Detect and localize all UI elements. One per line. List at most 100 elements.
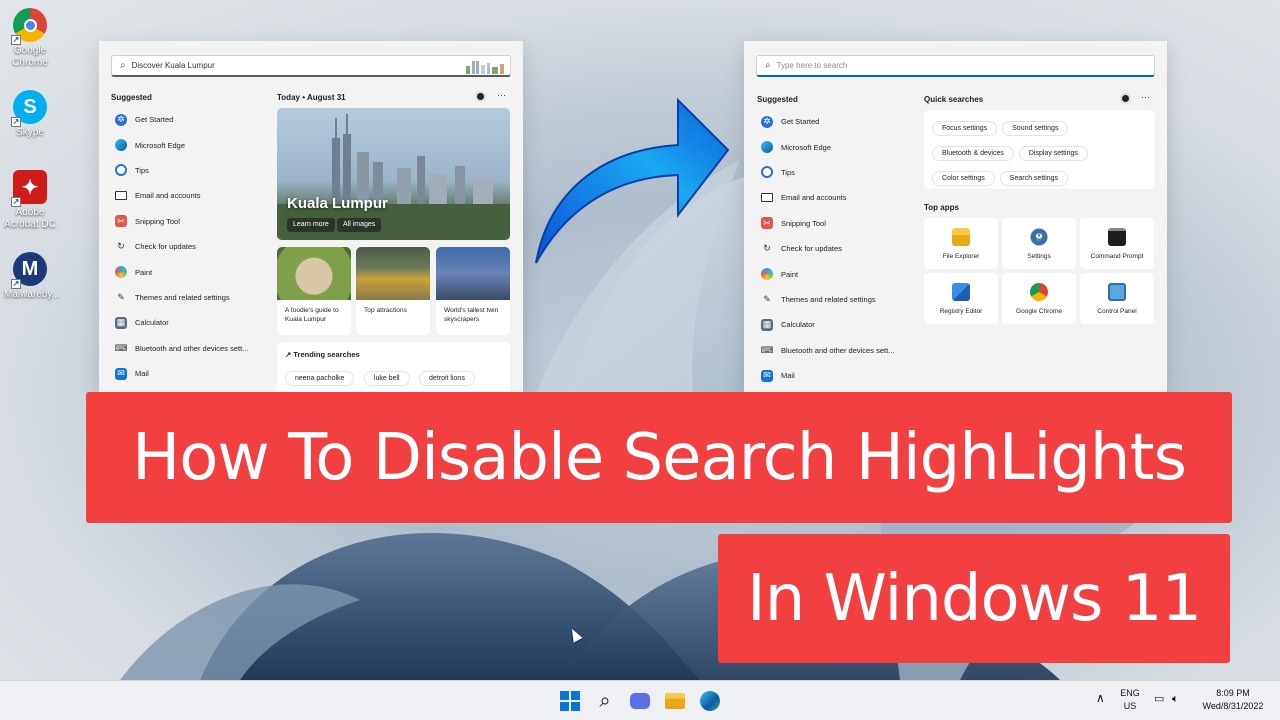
desktop-icon-label: Malwareby... bbox=[4, 289, 60, 300]
taskbar-chat-button[interactable] bbox=[628, 689, 652, 713]
clock[interactable]: 8:09 PM Wed/8/31/2022 bbox=[1196, 687, 1270, 713]
brush-icon: ✎ bbox=[763, 293, 771, 304]
get-started-icon: ✲ bbox=[761, 115, 773, 128]
search-icon: ⌕ bbox=[120, 60, 126, 71]
suggested-item-updates[interactable]: ↻ Check for updates bbox=[761, 236, 911, 261]
skype-icon: S ↗ bbox=[11, 90, 47, 127]
search-input[interactable]: ⌕ Discover Kuala Lumpur bbox=[111, 55, 511, 77]
refresh-icon: ↻ bbox=[117, 241, 125, 252]
taskbar: ⌕ ∧ ENG US ▭ 🔈︎ 8:09 PM Wed/8/31/2022 bbox=[0, 680, 1280, 720]
highlight-card-attractions[interactable]: Top attractions bbox=[356, 247, 430, 335]
taskbar-edge-button[interactable] bbox=[698, 689, 722, 713]
subtitle-banner: In Windows 11 bbox=[718, 534, 1230, 663]
app-tile-settings[interactable]: ⚙ Settings bbox=[1002, 218, 1076, 269]
desktop-icon-label: Adobe Acrobat DC bbox=[4, 207, 56, 230]
hero-title: Kuala Lumpur bbox=[287, 195, 388, 212]
desktop-icon-malwarebytes[interactable]: M ↗ Malwareby... bbox=[4, 252, 60, 301]
suggested-item-email[interactable]: Email and accounts bbox=[761, 185, 911, 210]
suggested-item-tips[interactable]: Tips bbox=[761, 160, 911, 185]
desktop-icon-chrome[interactable]: ↗ Google Chrome bbox=[4, 8, 56, 69]
quick-search-chip[interactable]: Display settings bbox=[1018, 146, 1088, 161]
statue-image bbox=[356, 247, 430, 300]
refresh-icon: ↻ bbox=[763, 243, 771, 254]
suggested-item-mail[interactable]: ✉ Mail bbox=[115, 361, 265, 386]
quick-search-chip[interactable]: Sound settings bbox=[1002, 121, 1069, 136]
search-icon: ⌕ bbox=[599, 689, 611, 712]
suggested-item-snipping[interactable]: ✂ Snipping Tool bbox=[761, 211, 911, 236]
trending-chip[interactable]: neena pacholke bbox=[285, 371, 355, 386]
start-button[interactable] bbox=[558, 689, 582, 713]
volume-icon[interactable]: 🔈︎ bbox=[1172, 693, 1179, 706]
app-tile-label: Control Panel bbox=[1097, 308, 1137, 315]
all-images-button[interactable]: All images bbox=[337, 218, 382, 232]
card-caption: World's tallest twin skyscrapers bbox=[444, 307, 499, 323]
taskbar-file-explorer-button[interactable] bbox=[663, 689, 687, 713]
network-icon[interactable]: ▭ bbox=[1154, 693, 1164, 706]
suggested-item-themes[interactable]: ✎ Themes and related settings bbox=[761, 287, 911, 312]
desktop-icon-label: Google Chrome bbox=[12, 45, 48, 68]
suggested-item-updates[interactable]: ↻ Check for updates bbox=[115, 234, 265, 259]
quick-search-chip[interactable]: Color settings bbox=[932, 171, 995, 186]
desktop-icon-acrobat[interactable]: ✦ ↗ Adobe Acrobat DC bbox=[4, 170, 56, 231]
app-tile-control-panel[interactable]: Control Panel bbox=[1080, 273, 1154, 324]
windows-logo-icon bbox=[560, 691, 580, 711]
app-tile-label: File Explorer bbox=[942, 253, 980, 260]
show-hidden-icons-button[interactable]: ∧ bbox=[1096, 692, 1105, 705]
quick-searches-box: Focus settings Sound settings Bluetooth &… bbox=[924, 110, 1155, 189]
suggested-item-label: Email and accounts bbox=[781, 193, 847, 203]
chrome-icon bbox=[1030, 283, 1048, 301]
suggested-item-get-started[interactable]: ✲ Get Started bbox=[761, 109, 911, 134]
quick-search-chip[interactable]: Search settings bbox=[999, 171, 1069, 186]
malwarebytes-icon: M ↗ bbox=[11, 252, 47, 289]
app-tile-command-prompt[interactable]: Command Prompt bbox=[1080, 218, 1154, 269]
today-label: Today bbox=[277, 93, 300, 102]
search-input[interactable]: ⌕ Type here to search bbox=[756, 55, 1155, 77]
profile-avatar[interactable] bbox=[1120, 93, 1131, 104]
trending-chips: neena pacholke luke bell detroit lions bbox=[285, 367, 480, 386]
highlight-hero-card[interactable]: Kuala Lumpur Learn more All images bbox=[277, 108, 510, 240]
quick-searches-heading: Quick searches bbox=[924, 95, 984, 104]
suggested-item-get-started[interactable]: ✲ Get Started bbox=[115, 107, 265, 132]
more-options-icon[interactable]: ··· bbox=[497, 90, 506, 100]
registry-editor-icon bbox=[952, 283, 970, 301]
app-tile-google-chrome[interactable]: Google Chrome bbox=[1002, 273, 1076, 324]
trending-chip[interactable]: luke bell bbox=[363, 371, 410, 386]
suggested-item-label: Check for updates bbox=[781, 244, 842, 254]
suggested-item-label: Mail bbox=[781, 371, 795, 381]
suggested-item-tips[interactable]: Tips bbox=[115, 158, 265, 183]
suggested-item-email[interactable]: Email and accounts bbox=[115, 183, 265, 208]
suggested-item-label: Calculator bbox=[781, 320, 815, 330]
title-banner: How To Disable Search HighLights bbox=[86, 392, 1232, 523]
profile-avatar[interactable] bbox=[475, 91, 486, 102]
settings-gear-icon: ⚙ bbox=[1030, 228, 1048, 246]
suggested-item-edge[interactable]: Microsoft Edge bbox=[761, 134, 911, 159]
highlight-card-skyscrapers[interactable]: World's tallest twin skyscrapers bbox=[436, 247, 510, 335]
mail-icon: ✉ bbox=[115, 367, 127, 380]
suggested-item-mail[interactable]: ✉ Mail bbox=[761, 363, 911, 388]
suggested-item-paint[interactable]: Paint bbox=[761, 261, 911, 286]
trending-chip[interactable]: detroit lions bbox=[419, 371, 475, 386]
suggested-item-bluetooth[interactable]: ⌨ Bluetooth and other devices sett... bbox=[115, 336, 265, 361]
language-indicator[interactable]: ENG US bbox=[1118, 687, 1142, 713]
suggested-item-snipping[interactable]: ✂ Snipping Tool bbox=[115, 209, 265, 234]
suggested-item-calculator[interactable]: ▦ Calculator bbox=[761, 312, 911, 337]
desktop-icon-skype[interactable]: S ↗ Skype bbox=[4, 90, 56, 139]
suggested-item-edge[interactable]: Microsoft Edge bbox=[115, 132, 265, 157]
taskbar-search-button[interactable]: ⌕ bbox=[593, 689, 617, 713]
suggested-item-calculator[interactable]: ▦ Calculator bbox=[115, 310, 265, 335]
get-started-icon: ✲ bbox=[115, 113, 127, 126]
quick-search-chip[interactable]: Focus settings bbox=[932, 121, 998, 136]
app-tile-registry-editor[interactable]: Registry Editor bbox=[924, 273, 998, 324]
quick-search-chip[interactable]: Bluetooth & devices bbox=[932, 146, 1014, 161]
suggested-item-themes[interactable]: ✎ Themes and related settings bbox=[115, 285, 265, 310]
suggested-item-bluetooth[interactable]: ⌨ Bluetooth and other devices sett... bbox=[761, 338, 911, 363]
more-options-icon[interactable]: ··· bbox=[1141, 92, 1150, 102]
highlight-card-food[interactable]: A foodie's guide to Kuala Lumpur bbox=[277, 247, 351, 335]
suggested-item-label: Get Started bbox=[781, 117, 820, 127]
app-tile-file-explorer[interactable]: File Explorer bbox=[924, 218, 998, 269]
suggested-item-label: Get Started bbox=[135, 115, 174, 125]
language-code: ENG bbox=[1120, 688, 1140, 698]
learn-more-button[interactable]: Learn more bbox=[287, 218, 335, 232]
edge-icon bbox=[115, 139, 127, 152]
suggested-item-paint[interactable]: Paint bbox=[115, 259, 265, 284]
